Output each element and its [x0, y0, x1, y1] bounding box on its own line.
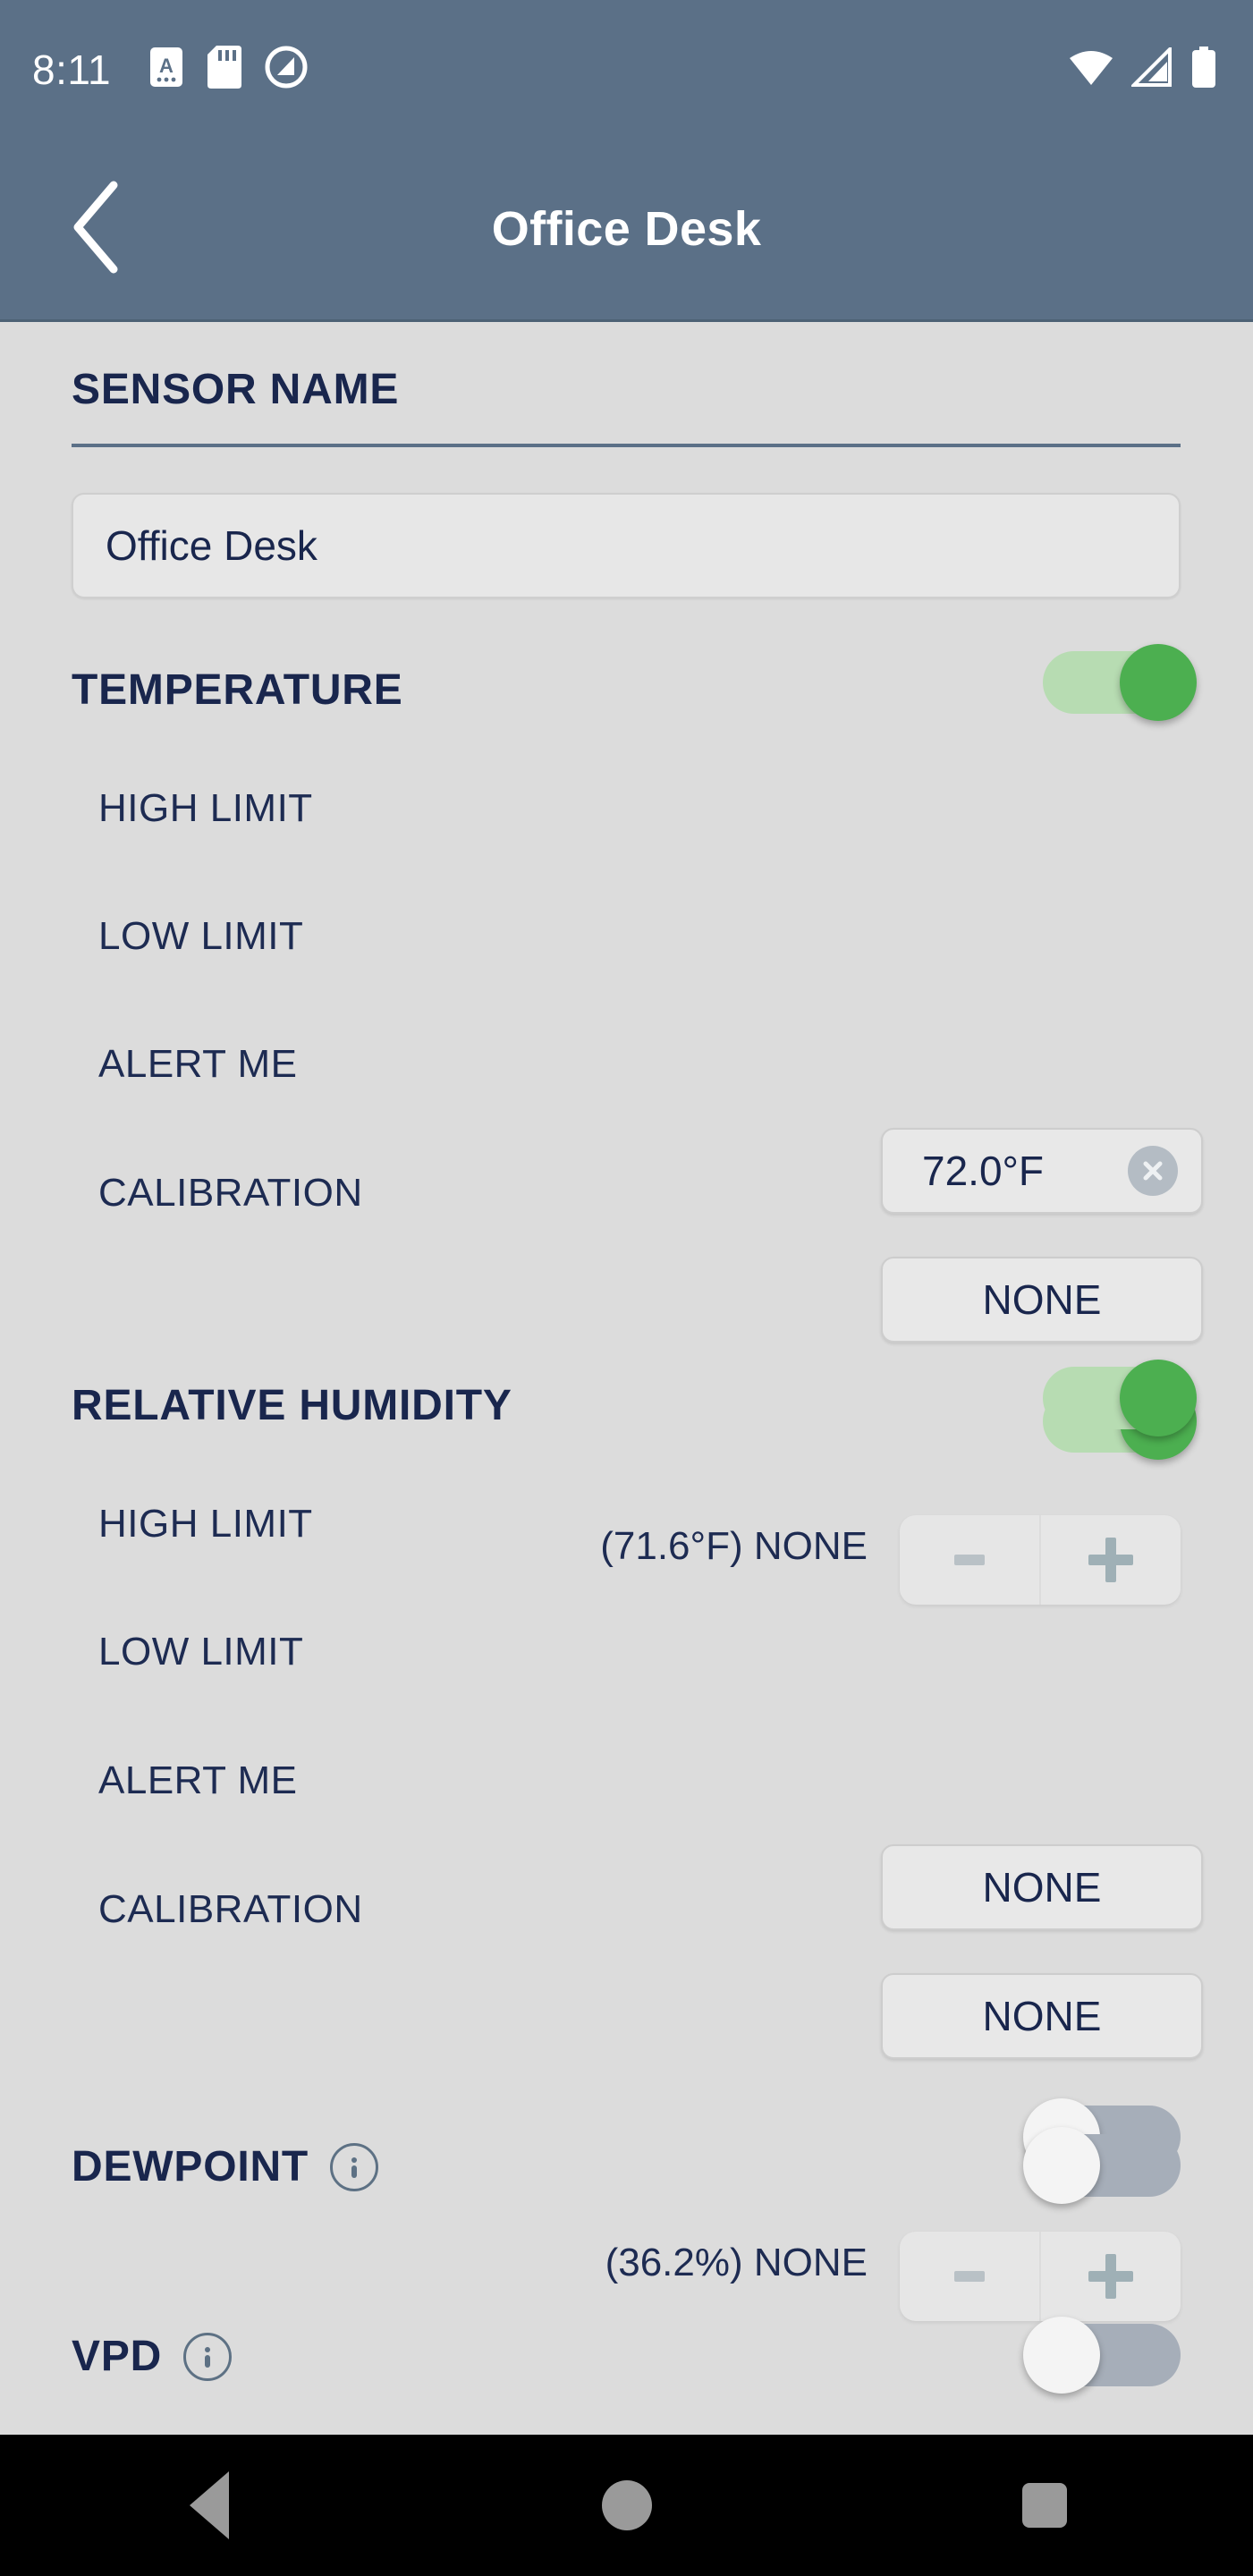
dewpoint-heading-row: DEWPOINT — [72, 2142, 1181, 2191]
sensor-name-input[interactable]: Office Desk — [72, 493, 1181, 598]
humidity-high-limit-row: HIGH LIMIT — [0, 1479, 1253, 1569]
nav-home-button[interactable] — [560, 2438, 694, 2572]
humidity-alert-me-label: ALERT ME — [98, 1758, 298, 1802]
sensor-name-divider — [72, 444, 1181, 447]
humidity-calibration-plus-button[interactable] — [1041, 2232, 1181, 2321]
app-screen: 8:11 A Office Desk SENSOR NAME Office De… — [0, 0, 1253, 2576]
dewpoint-heading: DEWPOINT — [72, 2143, 309, 2190]
android-nav-bar — [0, 2435, 1253, 2576]
humidity-alert-me-row: ALERT ME — [0, 1736, 1253, 1826]
vpd-heading-row: VPD — [72, 2332, 1181, 2381]
vpd-enable-toggle[interactable] — [1023, 2317, 1181, 2394]
toggle-thumb — [1023, 2317, 1100, 2394]
humidity-high-limit-label: HIGH LIMIT — [98, 1502, 313, 1546]
humidity-calibration-minus-button[interactable] — [900, 2232, 1041, 2321]
temperature-low-limit-row: LOW LIMIT — [0, 892, 1253, 981]
square-recents-icon — [1021, 2483, 1067, 2528]
cell-signal-icon — [1130, 45, 1173, 91]
temperature-alert-me-label: ALERT ME — [98, 1042, 298, 1086]
temperature-low-limit-value[interactable]: NONE — [881, 1257, 1203, 1343]
humidity-low-limit-value[interactable]: NONE — [881, 1973, 1203, 2059]
temperature-high-limit-label: HIGH LIMIT — [98, 786, 313, 830]
status-bar: 8:11 A — [0, 0, 1253, 139]
humidity-calibration-row: CALIBRATION — [0, 1865, 1253, 1954]
temperature-calibration-row: CALIBRATION — [0, 1148, 1253, 1238]
toggle-thumb — [1120, 644, 1197, 721]
wifi-icon — [1069, 47, 1113, 91]
page-title: Office Desk — [491, 202, 762, 256]
status-left-icons: A — [148, 46, 308, 93]
temperature-high-limit-row: HIGH LIMIT — [0, 764, 1253, 853]
minus-icon — [954, 2271, 985, 2282]
triangle-back-icon — [189, 2471, 229, 2539]
relative-humidity-enable-toggle[interactable] — [1037, 1360, 1197, 1436]
vpd-info-circle-icon[interactable] — [183, 2332, 233, 2381]
vpd-heading: VPD — [72, 2333, 163, 2380]
letter-a-badge-icon: A — [148, 46, 184, 93]
sensor-name-heading: SENSOR NAME — [72, 366, 400, 413]
do-not-disturb-icon — [265, 46, 308, 93]
relative-humidity-heading: RELATIVE HUMIDITY — [72, 1382, 512, 1429]
humidity-low-limit-label: LOW LIMIT — [98, 1630, 304, 1674]
temperature-heading-row: TEMPERATURE — [72, 665, 1181, 715]
relative-humidity-heading-row: RELATIVE HUMIDITY — [72, 1381, 1181, 1430]
temperature-enable-toggle[interactable] — [1037, 644, 1197, 721]
settings-content: SENSOR NAME Office Desk TEMPERATURE HIGH… — [0, 322, 1253, 2435]
toggle-thumb — [1023, 2127, 1100, 2204]
nav-recents-button[interactable] — [978, 2438, 1112, 2572]
dewpoint-info-circle-icon[interactable] — [330, 2142, 379, 2191]
temperature-low-limit-label: LOW LIMIT — [98, 914, 304, 958]
svg-text:A: A — [159, 55, 174, 77]
status-clock: 8:11 — [32, 46, 112, 93]
humidity-calibration-stepper — [900, 2232, 1181, 2321]
humidity-calibration-value: (36.2%) NONE — [605, 2241, 868, 2284]
sensor-name-heading-row: SENSOR NAME — [72, 365, 1181, 414]
status-right-icons — [1069, 45, 1217, 92]
temperature-calibration-label: CALIBRATION — [98, 1171, 363, 1215]
temperature-alert-me-row: ALERT ME — [0, 1020, 1253, 1109]
sd-card-icon — [207, 46, 242, 93]
nav-back-button[interactable] — [142, 2438, 276, 2572]
humidity-low-limit-row: LOW LIMIT — [0, 1607, 1253, 1697]
humidity-calibration-label: CALIBRATION — [98, 1887, 363, 1931]
toggle-thumb — [1120, 1360, 1197, 1436]
battery-icon — [1190, 47, 1217, 92]
dewpoint-enable-toggle[interactable] — [1023, 2127, 1181, 2204]
plus-icon — [1088, 2254, 1133, 2299]
circle-home-icon — [601, 2480, 652, 2530]
temperature-heading: TEMPERATURE — [72, 666, 403, 714]
app-bar: Office Desk — [0, 139, 1253, 322]
